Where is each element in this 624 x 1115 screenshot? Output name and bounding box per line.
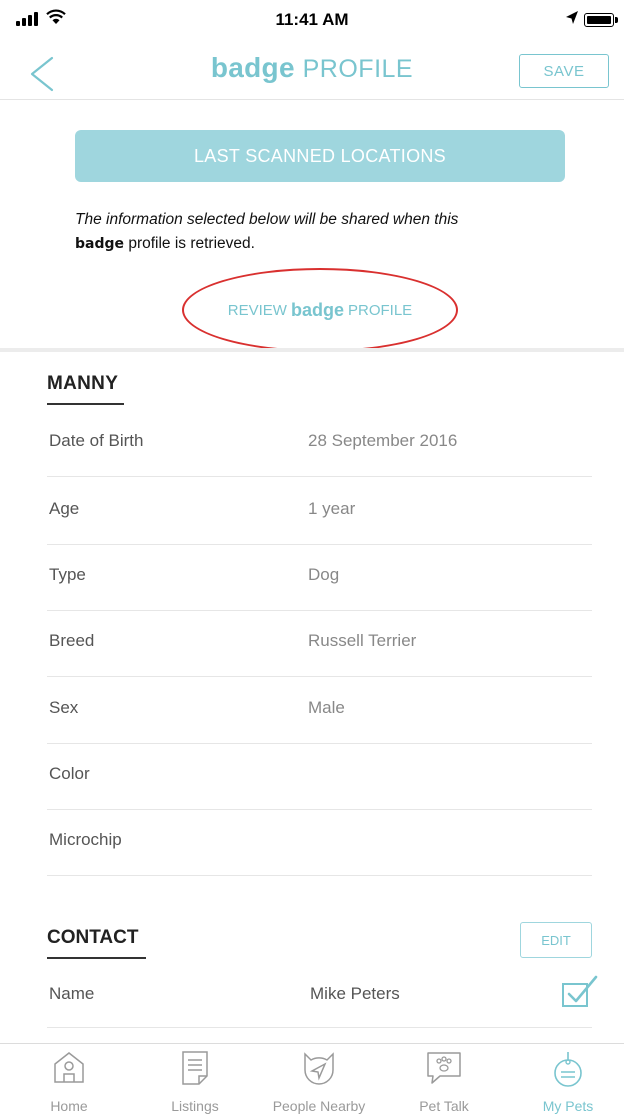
review-badge-profile-link[interactable]: REVIEW badge PROFILE — [182, 268, 458, 352]
pet-name-heading: MANNY — [47, 373, 124, 405]
section-divider — [0, 348, 624, 352]
review-brand: badge — [290, 299, 344, 320]
info-line-1: The information selected below will be s… — [75, 211, 459, 228]
share-info-text: The information selected below will be s… — [75, 208, 565, 256]
contact-label: Name — [49, 984, 95, 1003]
tab-label: Pet Talk — [419, 1098, 469, 1114]
status-time: 11:41 AM — [275, 10, 349, 29]
detail-value: Russell Terrier — [308, 631, 417, 650]
tab-listings[interactable]: Listings — [140, 1044, 250, 1115]
info-line-2: profile is retrieved. — [124, 235, 255, 252]
tab-pet-talk[interactable]: Pet Talk — [389, 1044, 499, 1115]
contact-value: Mike Peters — [310, 984, 400, 1003]
home-icon — [54, 1052, 84, 1083]
detail-row-breed[interactable]: Breed Russell Terrier — [47, 611, 592, 677]
info-brand: badge — [75, 236, 125, 252]
tab-label: People Nearby — [272, 1098, 366, 1114]
last-scanned-locations-button[interactable]: LAST SCANNED LOCATIONS — [75, 130, 565, 182]
detail-label: Date of Birth — [49, 431, 144, 450]
detail-label: Breed — [49, 631, 95, 650]
detail-value: 28 September 2016 — [308, 431, 458, 450]
detail-label: Microchip — [49, 830, 122, 849]
bottom-tab-bar: Home Listings People Nearby Pet Talk My … — [0, 1043, 624, 1115]
detail-row-type[interactable]: Type Dog — [47, 545, 592, 611]
detail-value: 1 year — [308, 499, 356, 518]
tab-label: Listings — [171, 1098, 219, 1114]
badge-tag-icon — [554, 1052, 582, 1087]
tab-people-nearby[interactable]: People Nearby — [264, 1044, 374, 1115]
checkbox-checked-icon[interactable] — [561, 974, 599, 1010]
save-button[interactable]: SAVE — [519, 54, 609, 88]
tab-label: My Pets — [542, 1098, 594, 1114]
tab-my-pets[interactable]: My Pets — [513, 1044, 623, 1115]
nav-bar: badge PROFILE SAVE — [0, 44, 624, 100]
review-suffix: PROFILE — [348, 301, 413, 319]
detail-row-color[interactable]: Color — [47, 744, 592, 810]
detail-label: Age — [49, 499, 80, 518]
tab-home[interactable]: Home — [14, 1044, 124, 1115]
contact-row-name[interactable]: Name Mike Peters — [47, 962, 598, 1028]
detail-row-date-of-birth[interactable]: Date of Birth 28 September 2016 — [47, 411, 592, 477]
review-prefix: REVIEW — [227, 301, 287, 319]
status-bar: 11:41 AM — [0, 0, 624, 44]
detail-label: Color — [49, 764, 90, 783]
detail-row-sex[interactable]: Sex Male — [47, 678, 592, 744]
detail-label: Type — [49, 565, 86, 584]
cat-location-icon — [304, 1052, 334, 1085]
edit-contact-button[interactable]: EDIT — [520, 922, 592, 958]
paw-chat-icon — [427, 1052, 461, 1084]
detail-row-microchip[interactable]: Microchip — [47, 810, 592, 876]
listings-icon — [182, 1051, 208, 1085]
location-arrow-icon — [566, 11, 578, 24]
detail-label: Sex — [49, 698, 79, 717]
battery-tip — [615, 17, 618, 23]
detail-value: Dog — [308, 565, 340, 584]
tab-label: Home — [50, 1098, 88, 1114]
title-suffix: PROFILE — [302, 55, 414, 83]
contact-heading: CONTACT — [47, 927, 146, 959]
detail-value: Male — [308, 698, 345, 717]
battery-icon — [584, 13, 614, 27]
detail-row-age[interactable]: Age 1 year — [47, 479, 592, 545]
title-brand: badge — [210, 52, 295, 83]
